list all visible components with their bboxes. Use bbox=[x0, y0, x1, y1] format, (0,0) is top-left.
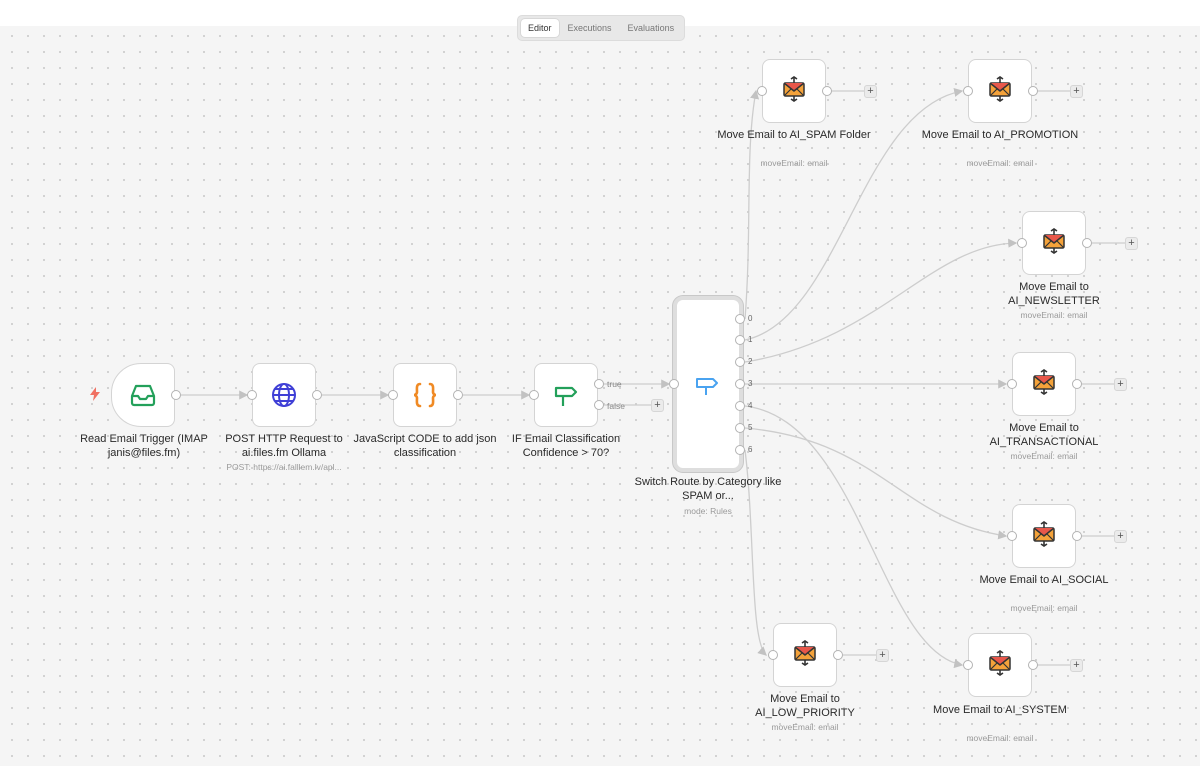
if-true-label: true bbox=[607, 379, 622, 389]
js-code-title: JavaScript CODE to add json classificati… bbox=[353, 433, 497, 459]
switch-output-port-3[interactable] bbox=[735, 379, 745, 389]
move-system-subtitle: moveEmail: email bbox=[966, 733, 1034, 743]
email-move-icon bbox=[781, 75, 807, 107]
move-newsletter-output-port[interactable] bbox=[1082, 238, 1092, 248]
move-social-output-port[interactable] bbox=[1072, 531, 1082, 541]
code-output-port[interactable] bbox=[453, 390, 463, 400]
braces-icon bbox=[413, 382, 437, 408]
email-move-icon bbox=[987, 649, 1013, 681]
email-move-icon bbox=[987, 75, 1013, 107]
switch-output-label-1: 1 bbox=[748, 335, 753, 344]
switch-output-port-2[interactable] bbox=[735, 357, 745, 367]
move-system-title: Move Email to AI_SYSTEM bbox=[933, 704, 1067, 716]
code-input-port[interactable] bbox=[388, 390, 398, 400]
move-transactional-add-button[interactable]: + bbox=[1114, 378, 1127, 391]
move-transactional-output-port[interactable] bbox=[1072, 379, 1082, 389]
move-newsletter-subtitle: moveEmail: email bbox=[1020, 310, 1088, 320]
post-http-title: POST HTTP Request to ai.files.fm Ollama bbox=[225, 433, 343, 459]
move-system-output-port[interactable] bbox=[1028, 660, 1038, 670]
edge-switch-spam bbox=[744, 89, 760, 320]
move-newsletter-add-button[interactable]: + bbox=[1125, 237, 1138, 250]
move-system-input-port[interactable] bbox=[963, 660, 973, 670]
move-social-add-button[interactable]: + bbox=[1114, 530, 1127, 543]
switch-output-label-0: 0 bbox=[748, 314, 753, 323]
if-false-add-button[interactable]: + bbox=[651, 399, 664, 412]
move-newsletter-input-port[interactable] bbox=[1017, 238, 1027, 248]
switch-output-label-4: 4 bbox=[748, 401, 753, 410]
switch-output-label-6: 6 bbox=[748, 445, 753, 454]
switch-output-label-3: 3 bbox=[748, 379, 753, 388]
move-promotion-title: Move Email to AI_PROMOTION bbox=[921, 129, 1079, 141]
move-low-priority-output-port[interactable] bbox=[833, 650, 843, 660]
trigger-bolt-icon bbox=[90, 387, 100, 401]
move-promotion-subtitle: moveEmail: email bbox=[966, 158, 1034, 168]
switch-output-label-5: 5 bbox=[748, 423, 753, 432]
move-transactional-subtitle: moveEmail: email bbox=[1010, 451, 1078, 461]
trigger-output-port[interactable] bbox=[171, 390, 181, 400]
move-low-priority-node[interactable] bbox=[773, 623, 837, 687]
if-false-label: false bbox=[607, 401, 625, 411]
post-http-subtitle: POST: https://ai.falllem.lv/apl... bbox=[226, 462, 342, 472]
switch-input-port[interactable] bbox=[669, 379, 679, 389]
inbox-icon bbox=[130, 384, 156, 407]
email-move-icon bbox=[1041, 227, 1067, 259]
js-code-node[interactable] bbox=[393, 363, 457, 427]
move-spam-subtitle: moveEmail: email bbox=[760, 158, 828, 168]
move-spam-node[interactable] bbox=[762, 59, 826, 123]
move-system-add-button[interactable]: + bbox=[1070, 659, 1083, 672]
move-transactional-title: Move Email to AI_TRANSACTIONAL bbox=[989, 422, 1099, 448]
move-promotion-output-port[interactable] bbox=[1028, 86, 1038, 96]
move-social-input-port[interactable] bbox=[1007, 531, 1017, 541]
tab-editor[interactable]: Editor bbox=[521, 19, 559, 37]
move-low-priority-input-port[interactable] bbox=[768, 650, 778, 660]
switch-output-port-6[interactable] bbox=[735, 445, 745, 455]
if-true-port[interactable] bbox=[594, 379, 604, 389]
move-social-subtitle: moveEmail: email bbox=[1010, 603, 1078, 613]
move-social-node[interactable] bbox=[1012, 504, 1076, 568]
move-spam-input-port[interactable] bbox=[757, 86, 767, 96]
move-newsletter-node[interactable] bbox=[1022, 211, 1086, 275]
move-transactional-node[interactable] bbox=[1012, 352, 1076, 416]
email-move-icon bbox=[792, 639, 818, 671]
if-confidence-title: IF Email Classification Confidence > 70? bbox=[511, 433, 621, 459]
switch-output-port-5[interactable] bbox=[735, 423, 745, 433]
move-social-title: Move Email to AI_SOCIAL bbox=[979, 574, 1109, 586]
switch-route-title: Switch Route by Category like SPAM or... bbox=[634, 476, 782, 502]
move-spam-title: Move Email to AI_SPAM Folder bbox=[717, 129, 871, 141]
move-low-priority-add-button[interactable]: + bbox=[876, 649, 889, 662]
read-email-trigger-title: Read Email Trigger (IMAP janis@files.fm) bbox=[80, 433, 208, 459]
tab-evaluations[interactable]: Evaluations bbox=[621, 19, 682, 37]
switch-output-port-4[interactable] bbox=[735, 401, 745, 411]
move-system-node[interactable] bbox=[968, 633, 1032, 697]
tab-executions[interactable]: Executions bbox=[561, 19, 619, 37]
if-confidence-node[interactable] bbox=[534, 363, 598, 427]
http-output-port[interactable] bbox=[312, 390, 322, 400]
post-http-node[interactable] bbox=[252, 363, 316, 427]
globe-icon bbox=[272, 383, 296, 407]
move-low-priority-subtitle: moveEmail: email bbox=[771, 722, 839, 732]
switch-route-node[interactable] bbox=[673, 296, 743, 472]
switch-route-subtitle: mode: Rules bbox=[684, 506, 732, 516]
if-input-port[interactable] bbox=[529, 390, 539, 400]
email-move-icon bbox=[1031, 368, 1057, 400]
signpost-icon bbox=[554, 386, 578, 406]
read-email-trigger-node[interactable] bbox=[111, 363, 175, 427]
move-spam-add-button[interactable]: + bbox=[864, 85, 877, 98]
move-spam-output-port[interactable] bbox=[822, 86, 832, 96]
http-input-port[interactable] bbox=[247, 390, 257, 400]
switch-output-port-1[interactable] bbox=[735, 335, 745, 345]
move-low-priority-title: Move Email to AI_LOW_PRIORITY bbox=[755, 693, 855, 719]
move-newsletter-title: Move Email to AI_NEWSLETTER bbox=[1008, 281, 1100, 307]
move-promotion-node[interactable] bbox=[968, 59, 1032, 123]
if-false-port[interactable] bbox=[594, 400, 604, 410]
move-promotion-add-button[interactable]: + bbox=[1070, 85, 1083, 98]
switch-output-label-2: 2 bbox=[748, 357, 753, 366]
view-tabs: Editor Executions Evaluations bbox=[517, 15, 686, 41]
email-move-icon bbox=[1031, 520, 1057, 552]
switch-output-port-0[interactable] bbox=[735, 314, 745, 324]
move-transactional-input-port[interactable] bbox=[1007, 379, 1017, 389]
move-promotion-input-port[interactable] bbox=[963, 86, 973, 96]
route-icon bbox=[696, 378, 718, 395]
